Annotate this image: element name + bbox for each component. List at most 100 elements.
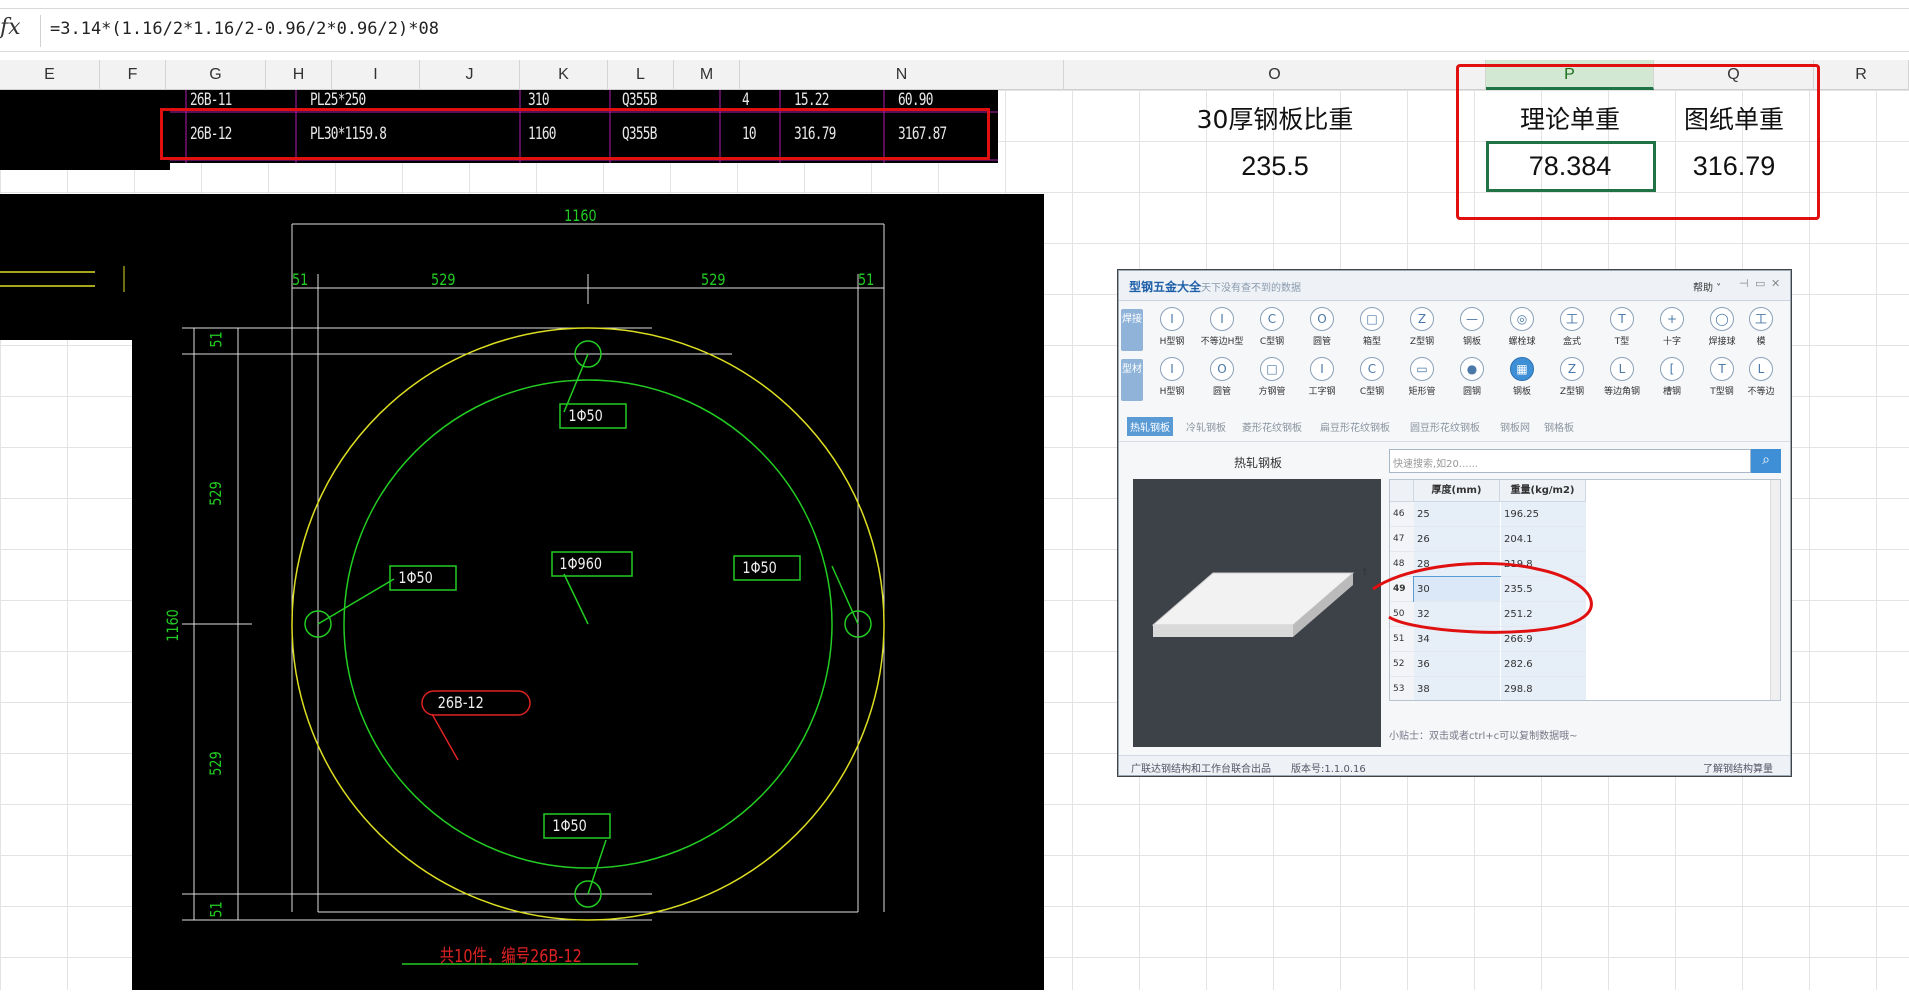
tool-btn-rect-pipe[interactable]: ▭ 矩形管 bbox=[1397, 357, 1447, 403]
table-row[interactable]: 46 25 196.25 bbox=[1390, 502, 1780, 527]
column-header-k[interactable]: K bbox=[520, 60, 608, 90]
tool-btn-more[interactable]: 工模 bbox=[1741, 307, 1781, 353]
red-highlight-cad-row bbox=[160, 108, 990, 160]
column-header-m[interactable]: M bbox=[674, 60, 740, 90]
round-pipe-icon: O bbox=[1210, 357, 1234, 381]
tool-btn-z-steel[interactable]: Z Z型钢 bbox=[1547, 357, 1597, 403]
tool-btn-bolt-ball[interactable]: ◎ 螺栓球 bbox=[1497, 307, 1547, 353]
z-steel-icon: Z bbox=[1410, 307, 1434, 331]
column-header-e[interactable]: E bbox=[0, 60, 100, 90]
tab-diamond-pattern[interactable]: 菱形花纹钢板 bbox=[1239, 417, 1305, 436]
tool-btn-c-steel[interactable]: C C型钢 bbox=[1347, 357, 1397, 403]
table-row[interactable]: 53 38 298.8 bbox=[1390, 677, 1780, 700]
tab-hot-rolled[interactable]: 热轧钢板 bbox=[1127, 417, 1173, 436]
t-steel-icon: T bbox=[1710, 357, 1734, 381]
dim-left-529-top: 529 bbox=[205, 481, 225, 506]
column-header-g[interactable]: G bbox=[166, 60, 266, 90]
tool-btn-channel[interactable]: [槽钢 bbox=[1647, 357, 1697, 403]
tab-round-bean-pattern[interactable]: 圆豆形花纹钢板 bbox=[1407, 417, 1483, 436]
dim-left-51-top: 51 bbox=[206, 331, 226, 348]
tool-btn-box[interactable]: □ 箱型 bbox=[1347, 307, 1397, 353]
tool-btn-c-steel[interactable]: C C型钢 bbox=[1247, 307, 1297, 353]
tool-btn-label: T型钢 bbox=[1710, 387, 1734, 397]
equal-angle-icon: L bbox=[1610, 357, 1634, 381]
close-icon[interactable]: ✕ bbox=[1771, 277, 1780, 290]
table-row[interactable]: 52 36 282.6 bbox=[1390, 652, 1780, 677]
h-beam-icon: I bbox=[1160, 357, 1184, 381]
column-header-o[interactable]: O bbox=[1064, 60, 1486, 90]
tool-btn-h-beam[interactable]: I H型钢 bbox=[1147, 357, 1197, 403]
search-input[interactable]: 快速搜索,如20...... bbox=[1389, 449, 1751, 473]
tool-btn-round-pipe[interactable]: O 圆管 bbox=[1197, 357, 1247, 403]
welded-ball-icon: ◯ bbox=[1710, 307, 1734, 331]
table-scrollbar[interactable] bbox=[1770, 480, 1780, 700]
tool-btn-equal-angle[interactable]: L 等边角钢 bbox=[1597, 357, 1647, 403]
column-header-n[interactable]: N bbox=[740, 60, 1064, 90]
table-row[interactable]: 47 26 204.1 bbox=[1390, 527, 1780, 552]
dim-529-b: 529 bbox=[701, 270, 726, 289]
tool-btn-z-steel[interactable]: Z Z型钢 bbox=[1397, 307, 1447, 353]
tool-btn-label: 圆管 bbox=[1312, 337, 1331, 347]
help-menu[interactable]: 帮助 ˅ bbox=[1693, 279, 1721, 294]
plate-icon: — bbox=[1460, 307, 1484, 331]
table-header-index bbox=[1390, 480, 1414, 502]
drawing-caption: 共10件，编号26B-12 bbox=[439, 946, 582, 967]
formula-input[interactable]: =3.14*(1.16/2*1.16/2-0.96/2*0.96/2)*08 bbox=[50, 19, 439, 39]
plate-preview-drawing bbox=[1151, 572, 1355, 637]
tool-btn-t-steel[interactable]: T T型钢 bbox=[1697, 357, 1747, 403]
tool-btn-plate[interactable]: — 钢板 bbox=[1447, 307, 1497, 353]
footer-link[interactable]: 了解钢结构算量 bbox=[1703, 760, 1773, 775]
search-button[interactable]: ⌕ bbox=[1751, 449, 1781, 473]
toolbar-side-welded: 焊接 bbox=[1121, 309, 1143, 351]
tool-btn-round-pipe[interactable]: O 圆管 bbox=[1297, 307, 1347, 353]
search-icon: ⌕ bbox=[1762, 452, 1770, 468]
cell-o-value[interactable]: 235.5 bbox=[1100, 151, 1450, 182]
tool-btn-unequal-h[interactable]: I 不等边H型 bbox=[1197, 307, 1247, 353]
column-header-f[interactable]: F bbox=[100, 60, 166, 90]
pin-icon[interactable]: ⊣ bbox=[1739, 277, 1749, 290]
minimize-icon[interactable]: ▭ bbox=[1755, 277, 1765, 290]
tool-btn-label: C型钢 bbox=[1259, 337, 1285, 347]
rect-pipe-icon: ▭ bbox=[1410, 357, 1434, 381]
tool-btn-round-bar[interactable]: ● 圆钢 bbox=[1447, 357, 1497, 403]
box-shape-icon: 工 bbox=[1560, 307, 1584, 331]
column-header-h[interactable]: H bbox=[266, 60, 332, 90]
tool-btn-h-beam[interactable]: I H型钢 bbox=[1147, 307, 1197, 353]
column-header-r[interactable]: R bbox=[1814, 60, 1909, 90]
tool-btn-label: 焊接球 bbox=[1708, 337, 1736, 347]
c-steel-icon: C bbox=[1360, 357, 1384, 381]
column-header-l[interactable]: L bbox=[608, 60, 674, 90]
tool-btn-steel-plate[interactable]: ▦ 钢板 bbox=[1497, 357, 1547, 403]
table-header-thickness[interactable]: 厚度(mm) bbox=[1414, 480, 1500, 502]
footer-credit: 广联达钢结构和工作台联合出品 bbox=[1131, 764, 1271, 775]
unequal-h-beam-icon: I bbox=[1210, 307, 1234, 331]
tool-btn-label: 圆钢 bbox=[1462, 387, 1481, 397]
divider bbox=[1119, 441, 1790, 442]
column-header-i[interactable]: I bbox=[332, 60, 420, 90]
row-weight: 282.6 bbox=[1500, 652, 1586, 677]
tool-btn-label: Z型钢 bbox=[1409, 337, 1435, 347]
tool-btn-cross[interactable]: + 十字 bbox=[1647, 307, 1697, 353]
formula-separator bbox=[40, 15, 41, 47]
table-header-weight[interactable]: 重量(kg/m2) bbox=[1500, 480, 1586, 502]
tool-btn-box-shape[interactable]: 工盒式 bbox=[1547, 307, 1597, 353]
tab-cold-rolled[interactable]: 冷轧钢板 bbox=[1183, 417, 1229, 436]
tool-btn-unequal-angle[interactable]: L 不等边 bbox=[1741, 357, 1781, 403]
cell-o-header[interactable]: 30厚钢板比重 bbox=[1100, 100, 1450, 136]
unequal-angle-icon: L bbox=[1749, 357, 1773, 381]
column-header-j[interactable]: J bbox=[420, 60, 520, 90]
tool-btn-square-pipe[interactable]: □ 方钢管 bbox=[1247, 357, 1297, 403]
tab-lentil-pattern[interactable]: 扁豆形花纹钢板 bbox=[1317, 417, 1393, 436]
tool-btn-i-beam[interactable]: I 工字钢 bbox=[1297, 357, 1347, 403]
fx-icon[interactable]: fx bbox=[0, 15, 28, 47]
row-thickness: 38 bbox=[1414, 677, 1500, 700]
tab-grating[interactable]: 钢格板 bbox=[1541, 417, 1577, 436]
red-highlight-weights bbox=[1456, 64, 1820, 220]
tool-btn-label: 圆管 bbox=[1212, 387, 1231, 397]
tool-btn-label: 不等边H型 bbox=[1200, 337, 1244, 347]
tool-btn-label: 箱型 bbox=[1362, 337, 1381, 347]
tab-plate-mesh[interactable]: 钢板网 bbox=[1497, 417, 1533, 436]
tool-btn-t[interactable]: T T型 bbox=[1597, 307, 1647, 353]
tool-btn-welded-ball[interactable]: ◯ 焊接球 bbox=[1697, 307, 1747, 353]
cad-cell-material: Q355B bbox=[622, 90, 657, 110]
